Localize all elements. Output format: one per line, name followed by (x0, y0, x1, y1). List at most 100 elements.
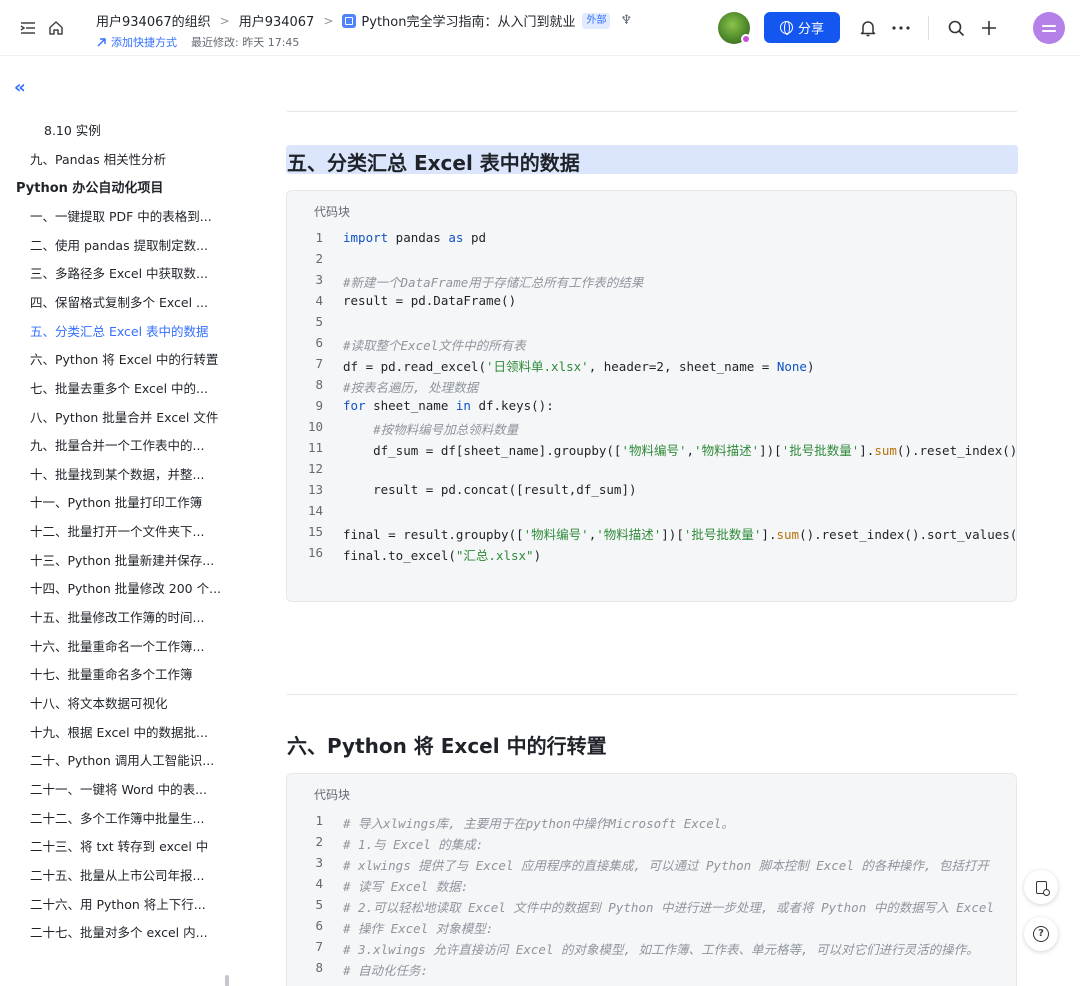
code-token: , header=2, sheet_name = (588, 359, 777, 374)
doc-title[interactable]: Python完全学习指南：从入门到就业 (361, 11, 575, 30)
code-line: 4 # 读写 Excel 数据: (287, 876, 1016, 897)
toc-item[interactable]: 二十一、一键将 Word 中的表... (30, 779, 230, 798)
toc-item[interactable]: 二、使用 pandas 提取制定数... (30, 235, 230, 254)
plus-icon[interactable] (979, 18, 999, 38)
toc-item[interactable]: 十三、Python 批量新建并保存... (30, 550, 230, 569)
toc-item[interactable]: 二十五、批量从上市公司年报... (30, 865, 230, 884)
code-text: # 3.xlwings 允许直接访问 Excel 的对象模型, 如工作簿、工作表… (343, 939, 979, 958)
code-token: df = pd.read_excel( (343, 359, 486, 374)
code-token: for (343, 398, 366, 413)
code-token: sum (776, 527, 800, 542)
toc-item[interactable]: 四、保留格式复制多个 Excel ... (30, 292, 230, 311)
code-token: sum (874, 443, 897, 458)
toc-item[interactable]: 十五、批量修改工作簿的时间... (30, 607, 230, 626)
last-modified: 最近修改: 昨天 17:45 (191, 36, 300, 49)
code-line: 5 # 2.可以轻松地读取 Excel 文件中的数据到 Python 中进行进一步… (287, 897, 1016, 918)
toc-item[interactable]: 一、一键提取 PDF 中的表格到... (30, 206, 230, 225)
toc-item[interactable]: 七、批量去重多个 Excel 中的... (30, 378, 230, 397)
code-token: # 操作 Excel 对象模型: (343, 921, 494, 936)
toc-item[interactable]: 二十三、将 txt 转存到 excel 中 (30, 836, 230, 855)
document-body: 五、分类汇总 Excel 表中的数据 代码块 1 import pandas as… (241, 57, 1080, 986)
line-number: 2 (315, 834, 323, 849)
help-button[interactable]: ? (1024, 917, 1058, 951)
code-token: ) (533, 548, 542, 563)
toc-item[interactable]: 十九、根据 Excel 中的数据批... (30, 722, 230, 741)
toc-item[interactable]: 五、分类汇总 Excel 表中的数据 (30, 321, 230, 340)
toc-item[interactable]: 九、Pandas 相关性分析 (30, 149, 230, 168)
code-token: "汇总.xlsx" (455, 548, 534, 563)
chevron-right-icon: > (219, 13, 230, 28)
code-text: # 自动化任务: (343, 960, 428, 979)
user-avatar[interactable] (1033, 12, 1065, 44)
doc-info-button[interactable] (1024, 870, 1058, 904)
toc-item[interactable]: 二十二、多个工作簿中批量生... (30, 808, 230, 827)
code-text: final = result.groupby(['物料编号','物料描述'])[… (343, 524, 1017, 543)
code-text: # 2.可以轻松地读取 Excel 文件中的数据到 Python 中进行进一步处… (343, 897, 994, 916)
toc-item[interactable]: 六、Python 将 Excel 中的行转置 (30, 349, 230, 368)
code-token: # 3.xlwings 允许直接访问 Excel 的对象模型, 如工作簿、工作表… (343, 942, 979, 957)
breadcrumb-org[interactable]: 用户934067的组织 (96, 11, 211, 30)
toc-item[interactable]: 二十七、批量对多个 excel 内... (30, 922, 230, 941)
code-block[interactable]: 代码块 1 # 导入xlwings库, 主要用于在python中操作Microso… (286, 773, 1017, 986)
add-shortcut-label: 添加快捷方式 (111, 36, 177, 49)
line-number: 1 (315, 813, 323, 828)
code-line: 1 # 导入xlwings库, 主要用于在python中操作Microsoft E… (287, 813, 1016, 834)
pin-icon[interactable]: ♆ (620, 13, 632, 28)
line-number: 15 (307, 524, 323, 539)
code-token: ().reset_index().sort_values() (799, 527, 1017, 542)
presence-dot (741, 34, 751, 44)
home-icon[interactable] (46, 18, 66, 38)
line-number: 11 (307, 440, 323, 455)
code-token: '物料描述' (596, 527, 662, 542)
code-text: for sheet_name in df.keys(): (343, 398, 554, 413)
sidebar-scrollbar[interactable] (225, 975, 229, 986)
code-token: '批号批数量' (683, 527, 762, 542)
toc-item[interactable]: 十、批量找到某个数据，并整... (30, 464, 230, 483)
collaborator-avatar[interactable] (718, 12, 751, 44)
toc-item[interactable]: 二十六、用 Python 将上下行... (30, 894, 230, 913)
code-block-label: 代码块 (314, 788, 351, 802)
code-token: None (776, 359, 807, 374)
breadcrumb-user[interactable]: 用户934067 (239, 11, 315, 30)
code-line: 8 #按表名遍历, 处理数据 (287, 377, 1016, 398)
more-icon[interactable] (890, 18, 912, 38)
section-heading: 五、分类汇总 Excel 表中的数据 (287, 151, 580, 175)
code-token: # 自动化任务: (343, 963, 429, 978)
code-block[interactable]: 代码块 1 import pandas as pd 2 3 #新建一个DataFrame… (286, 190, 1017, 602)
outline-menu-icon[interactable] (18, 18, 38, 38)
bell-icon[interactable] (858, 18, 878, 38)
code-token: '批号批数量' (781, 443, 860, 458)
code-token: #按表名遍历, 处理数据 (343, 380, 479, 395)
toc-item[interactable]: Python 办公自动化项目 (16, 177, 163, 196)
toc-item[interactable]: 二十、Python 调用人工智能识... (30, 750, 230, 769)
share-button[interactable]: 分享 (764, 12, 840, 43)
add-shortcut-link[interactable]: 添加快捷方式 (96, 34, 177, 50)
code-line: 2 # 1.与 Excel 的集成: (287, 834, 1016, 855)
toc-item[interactable]: 十四、Python 批量修改 200 个... (30, 578, 230, 597)
line-number: 8 (315, 960, 323, 975)
code-token: # 1.与 Excel 的集成: (343, 837, 484, 852)
toc-item[interactable]: 八、Python 批量合并 Excel 文件 (30, 407, 230, 426)
code-line: 16 final.to_excel("汇总.xlsx") (287, 545, 1016, 566)
toc-item[interactable]: 九、批量合并一个工作表中的... (30, 435, 230, 454)
code-text: #按物料编号加总领料数量 (343, 419, 518, 438)
code-token: ]. (859, 443, 875, 458)
line-number: 1 (315, 230, 323, 245)
toc-item[interactable]: 十一、Python 批量打印工作簿 (30, 492, 230, 511)
toc-item[interactable]: 十七、批量重命名多个工作簿 (30, 664, 230, 683)
toc-item[interactable]: 十二、批量打开一个文件夹下... (30, 521, 230, 540)
code-token: final = result.groupby([ (343, 527, 524, 542)
toc-item[interactable]: 8.10 实例 (44, 120, 101, 139)
code-token: # 2.可以轻松地读取 Excel 文件中的数据到 Python 中进行进一步处… (343, 900, 994, 915)
double-chevron-left-icon[interactable]: ‹‹ (14, 77, 26, 98)
line-number: 5 (315, 897, 323, 912)
code-text: # 读写 Excel 数据: (343, 876, 468, 895)
search-icon[interactable] (946, 18, 966, 38)
code-token: #读取整个Excel文件中的所有表 (343, 338, 526, 353)
toc-item[interactable]: 十八、将文本数据可视化 (30, 693, 230, 712)
line-number: 6 (315, 918, 323, 933)
toc-item[interactable]: 十六、批量重命名一个工作簿... (30, 636, 230, 655)
code-line: 3 # xlwings 提供了与 Excel 应用程序的直接集成, 可以通过 Py… (287, 855, 1016, 876)
toc-item[interactable]: 三、多路径多 Excel 中获取数... (30, 263, 230, 282)
